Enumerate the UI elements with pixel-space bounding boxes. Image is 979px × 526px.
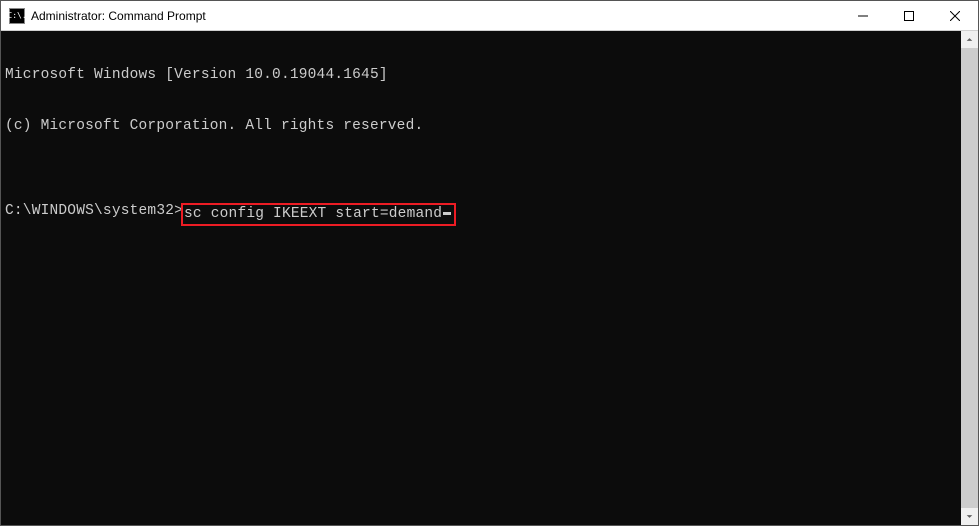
scroll-up-button[interactable] bbox=[961, 31, 978, 48]
command-text: sc config IKEEXT start=demand bbox=[184, 207, 442, 222]
copyright-line: (c) Microsoft Corporation. All rights re… bbox=[5, 118, 957, 135]
titlebar[interactable]: C:\. Administrator: Command Prompt bbox=[1, 1, 978, 31]
maximize-icon bbox=[904, 11, 914, 21]
prompt-line: C:\WINDOWS\system32>sc config IKEEXT sta… bbox=[5, 203, 957, 226]
scroll-track[interactable] bbox=[961, 48, 978, 508]
version-line: Microsoft Windows [Version 10.0.19044.16… bbox=[5, 67, 957, 84]
command-prompt-window: C:\. Administrator: Command Prompt Micro… bbox=[0, 0, 979, 526]
close-button[interactable] bbox=[932, 1, 978, 30]
scroll-down-button[interactable] bbox=[961, 508, 978, 525]
terminal[interactable]: Microsoft Windows [Version 10.0.19044.16… bbox=[1, 31, 961, 525]
cursor bbox=[443, 212, 451, 215]
scroll-thumb[interactable] bbox=[961, 48, 978, 508]
minimize-button[interactable] bbox=[840, 1, 886, 30]
close-icon bbox=[950, 11, 960, 21]
chevron-down-icon bbox=[966, 513, 973, 520]
window-title: Administrator: Command Prompt bbox=[31, 9, 840, 23]
content-area: Microsoft Windows [Version 10.0.19044.16… bbox=[1, 31, 978, 525]
prompt-text: C:\WINDOWS\system32> bbox=[5, 203, 183, 220]
vertical-scrollbar[interactable] bbox=[961, 31, 978, 525]
maximize-button[interactable] bbox=[886, 1, 932, 30]
window-controls bbox=[840, 1, 978, 30]
command-highlight: sc config IKEEXT start=demand bbox=[181, 203, 456, 226]
minimize-icon bbox=[858, 11, 868, 21]
cmd-icon: C:\. bbox=[9, 8, 25, 24]
chevron-up-icon bbox=[966, 36, 973, 43]
